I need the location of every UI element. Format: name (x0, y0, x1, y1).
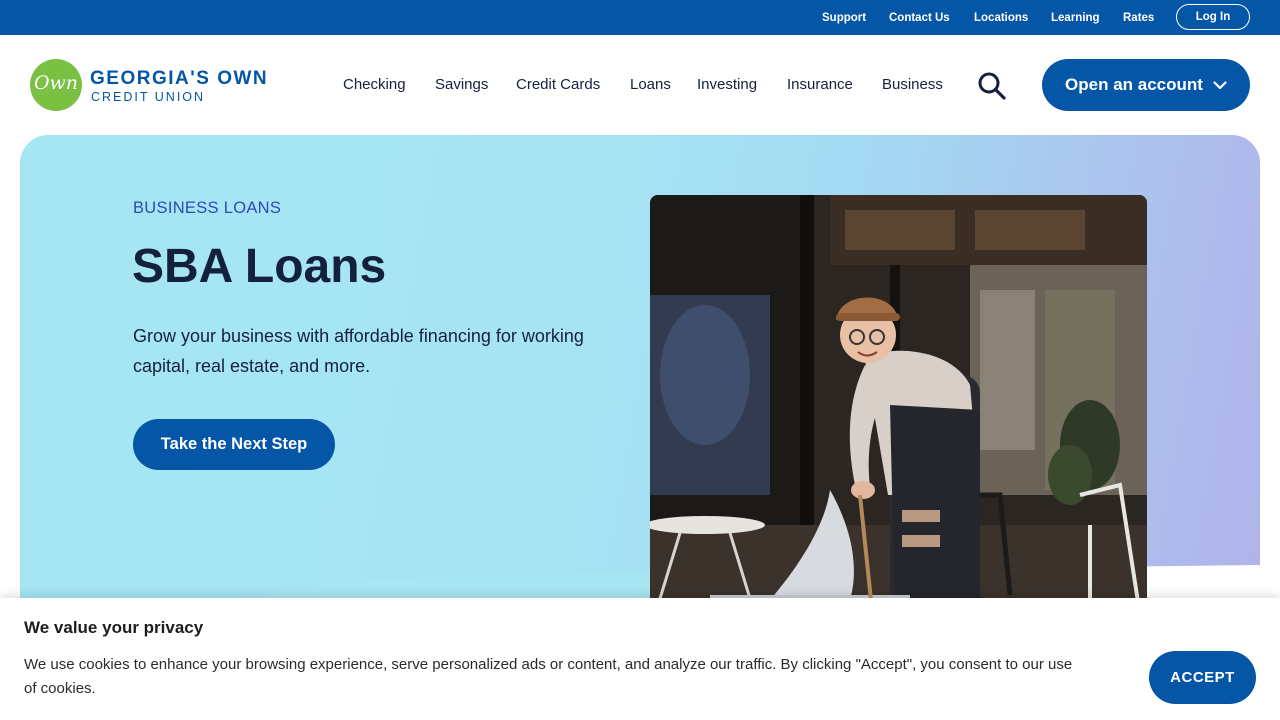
logo-mark: Own (33, 72, 79, 94)
login-button[interactable]: Log In (1176, 4, 1250, 30)
logo-name: GEORGIA'S OWN (90, 68, 269, 89)
utility-link-contact-us[interactable]: Contact Us (889, 12, 950, 24)
utility-bar: Support Contact Us Locations Learning Ra… (0, 0, 1280, 35)
open-account-button[interactable]: Open an account (1042, 59, 1250, 111)
nav-item-business[interactable]: Business (882, 76, 943, 93)
next-step-button[interactable]: Take the Next Step (133, 419, 335, 470)
hero-eyebrow: BUSINESS LOANS (133, 199, 282, 217)
brand-logo[interactable]: Own GEORGIA'S OWN CREDIT UNION (30, 59, 280, 111)
utility-link-learning[interactable]: Learning (1051, 12, 1100, 24)
accept-cookies-button[interactable]: ACCEPT (1149, 651, 1256, 704)
cookie-banner: We value your privacy We use cookies to … (0, 598, 1280, 720)
search-button[interactable] (976, 71, 1008, 101)
utility-link-rates[interactable]: Rates (1123, 12, 1154, 24)
logo-subtitle: CREDIT UNION (91, 90, 206, 104)
cafe-owner-illustration (650, 195, 1147, 615)
cookie-banner-text: We use cookies to enhance your browsing … (24, 656, 1073, 697)
nav-item-savings[interactable]: Savings (435, 76, 488, 93)
cookie-banner-title: We value your privacy (24, 618, 204, 637)
site-header: Own GEORGIA'S OWN CREDIT UNION Checking … (0, 35, 1280, 135)
nav-item-insurance[interactable]: Insurance (787, 76, 853, 93)
hero-description: Grow your business with affordable finan… (133, 326, 584, 376)
nav-item-checking[interactable]: Checking (343, 76, 406, 93)
hero-photo (650, 195, 1147, 615)
open-account-label: Open an account (1065, 75, 1203, 94)
nav-item-credit-cards[interactable]: Credit Cards (516, 76, 600, 93)
utility-link-locations[interactable]: Locations (974, 12, 1028, 24)
chevron-down-icon (1213, 80, 1227, 89)
utility-link-support[interactable]: Support (822, 12, 866, 24)
nav-item-investing[interactable]: Investing (697, 76, 757, 93)
search-icon (978, 72, 1006, 100)
nav-item-loans[interactable]: Loans (630, 76, 671, 93)
page-title: SBA Loans (132, 240, 387, 293)
